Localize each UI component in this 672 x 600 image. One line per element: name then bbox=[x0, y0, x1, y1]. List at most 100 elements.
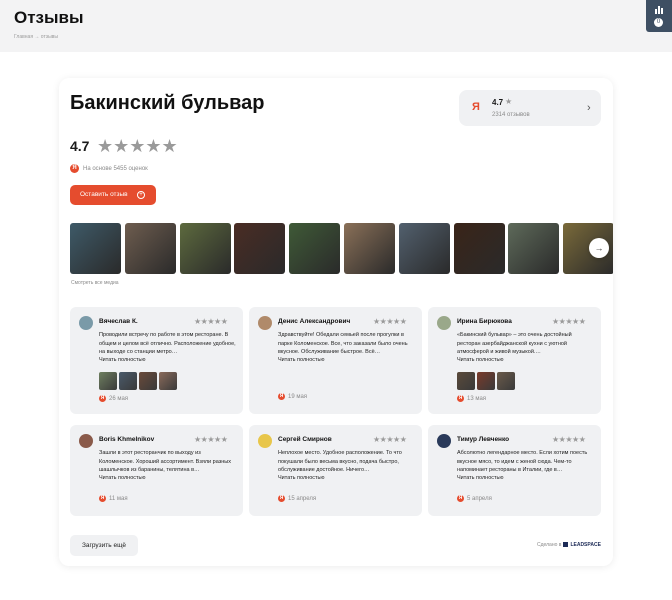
avatar bbox=[437, 434, 451, 448]
yandex-summary-card[interactable]: Я 4.7 ★ 2314 отзывов › bbox=[459, 90, 601, 126]
yandex-logo-icon: Я bbox=[70, 164, 79, 173]
review-stars: ★★★★★ bbox=[194, 317, 228, 326]
review-stars: ★★★★★ bbox=[373, 317, 407, 326]
avatar bbox=[79, 316, 93, 330]
media-thumbnail[interactable] bbox=[508, 223, 560, 274]
review-author: Сергей Смирнов bbox=[278, 436, 332, 443]
review-date: Я 19 мая bbox=[278, 393, 307, 400]
notification-badge: 0 bbox=[654, 18, 663, 27]
avatar bbox=[79, 434, 93, 448]
review-date: Я 13 мая bbox=[457, 395, 486, 402]
summary-rating: 4.7 bbox=[492, 98, 504, 107]
review-photo[interactable] bbox=[159, 372, 177, 390]
media-thumbnail[interactable] bbox=[453, 223, 505, 274]
chart-icon bbox=[655, 6, 663, 14]
review-card[interactable]: Вячеслав К. ★★★★★ Проводили встречу по раб… bbox=[70, 307, 243, 414]
review-card[interactable]: Сергей Смирнов ★★★★★ Неплохое место. Удобн… bbox=[249, 425, 422, 516]
review-stars: ★★★★★ bbox=[194, 435, 228, 444]
review-photo[interactable] bbox=[457, 372, 475, 390]
chevron-right-icon: › bbox=[587, 102, 591, 114]
reviews-widget: Бакинский бульвар Я 4.7 ★ 2314 отзывов ›… bbox=[59, 78, 613, 566]
overall-rating: 4.7 bbox=[70, 138, 90, 154]
review-author: Boris Khmelnikov bbox=[99, 436, 155, 443]
read-more-link[interactable]: Читать полностью bbox=[99, 357, 146, 363]
next-media-button[interactable]: → bbox=[589, 238, 609, 258]
review-date: Я5 апреля bbox=[457, 495, 492, 502]
read-more-link[interactable]: Читать полностью bbox=[278, 475, 325, 481]
summary-reviews-count: 2314 отзывов bbox=[492, 112, 530, 118]
review-photo[interactable] bbox=[119, 372, 137, 390]
review-author: Денис Александрович bbox=[278, 318, 351, 325]
review-text: Неплохое место. Удобное расположение. То… bbox=[278, 450, 402, 473]
page-title: Отзывы bbox=[14, 8, 84, 27]
media-thumbnail[interactable] bbox=[70, 223, 121, 274]
review-text: Зашли в этот ресторанчик по выходу из Ко… bbox=[99, 450, 231, 473]
ratings-count-text: На основе 5455 оценок bbox=[83, 166, 148, 173]
review-photo[interactable] bbox=[139, 372, 157, 390]
review-author: Вячеслав К. bbox=[99, 318, 138, 325]
review-card[interactable]: Тимур Левченко ★★★★★ Абсолютно легендарное… bbox=[428, 425, 601, 516]
review-date-text: 5 апреля bbox=[467, 496, 492, 503]
review-author: Ирина Бирюкова bbox=[457, 318, 512, 325]
yandex-logo-icon: Я bbox=[278, 495, 285, 502]
review-stars: ★★★★★ bbox=[552, 435, 586, 444]
media-thumbnail[interactable] bbox=[234, 223, 286, 274]
review-date-text: 26 мая bbox=[109, 396, 129, 403]
yandex-logo-icon: Я bbox=[457, 395, 464, 402]
review-photo[interactable] bbox=[99, 372, 117, 390]
read-more-link[interactable]: Читать полностью bbox=[99, 475, 146, 481]
made-by-label: Сделано в bbox=[537, 542, 562, 548]
yandex-logo-icon: Я bbox=[278, 393, 285, 400]
page-header: Отзывы Главная → отзывы bbox=[0, 0, 672, 52]
review-date-text: 13 мая bbox=[467, 396, 487, 403]
review-photo[interactable] bbox=[497, 372, 515, 390]
yandex-logo-icon: Я bbox=[99, 395, 106, 402]
review-stars: ★★★★★ bbox=[552, 317, 586, 326]
media-thumbnail[interactable] bbox=[124, 223, 176, 274]
review-author: Тимур Левченко bbox=[457, 436, 510, 443]
leadspace-logo-icon bbox=[563, 542, 569, 548]
review-text: «Бакинский бульвар» – это очень достойны… bbox=[457, 332, 572, 355]
media-thumbnail[interactable] bbox=[179, 223, 231, 274]
review-text: Абсолютно легендарное место. Если хотим … bbox=[457, 450, 588, 473]
made-by-credit[interactable]: Сделано в LEADSPACE bbox=[537, 542, 601, 548]
media-thumbnail[interactable] bbox=[289, 223, 341, 274]
yandex-logo-icon: Я bbox=[99, 495, 106, 502]
media-thumbnail[interactable] bbox=[344, 223, 395, 274]
yandex-logo-icon: Я bbox=[457, 495, 464, 502]
review-date-text: 11 мая bbox=[109, 496, 128, 503]
breadcrumb[interactable]: Главная → отзывы bbox=[14, 34, 58, 40]
yandex-logo-icon: Я bbox=[472, 101, 480, 113]
media-gallery bbox=[70, 223, 613, 274]
star-icon: ★ bbox=[505, 97, 513, 106]
ratings-count: Я На основе 5455 оценок bbox=[70, 164, 148, 173]
leave-review-label: Оставить отзыв bbox=[80, 191, 128, 198]
plus-circle-icon: + bbox=[137, 191, 145, 199]
review-date: Я 11 мая bbox=[99, 495, 128, 502]
avatar bbox=[258, 434, 272, 448]
review-card[interactable]: Денис Александрович ★★★★★ Здравствуйте! Об… bbox=[249, 307, 422, 414]
place-name: Бакинский бульвар bbox=[70, 92, 265, 114]
review-text: Проводили встречу по работе в этом ресто… bbox=[99, 332, 236, 355]
media-thumbnail[interactable] bbox=[398, 223, 450, 274]
review-card[interactable]: Ирина Бирюкова ★★★★★ «Бакинский бульвар» –… bbox=[428, 307, 601, 414]
read-more-link[interactable]: Читать полностью bbox=[457, 357, 504, 363]
leave-review-button[interactable]: Оставить отзыв + bbox=[70, 185, 156, 205]
avatar bbox=[258, 316, 272, 330]
review-text: Здравствуйте! Обедали семьей после прогу… bbox=[278, 332, 408, 355]
stats-widget-button[interactable]: 0 bbox=[646, 0, 672, 32]
review-date-text: 15 апреля bbox=[288, 496, 317, 503]
see-all-media-link[interactable]: Смотреть все медиа bbox=[71, 280, 119, 286]
review-card[interactable]: Boris Khmelnikov ★★★★★ Зашли в этот рестор… bbox=[70, 425, 243, 516]
load-more-button[interactable]: Загрузить ещё bbox=[70, 535, 138, 556]
rating-stars: ★★★★★ bbox=[97, 136, 178, 156]
read-more-link[interactable]: Читать полностью bbox=[457, 475, 504, 481]
avatar bbox=[437, 316, 451, 330]
review-date-text: 19 мая bbox=[288, 394, 308, 401]
review-date: Я 15 апреля bbox=[278, 495, 316, 502]
review-date: Я 26 мая bbox=[99, 395, 128, 402]
read-more-link[interactable]: Читать полностью bbox=[278, 357, 325, 363]
made-by-brand: LEADSPACE bbox=[570, 542, 601, 548]
review-photo[interactable] bbox=[477, 372, 495, 390]
review-stars: ★★★★★ bbox=[373, 435, 407, 444]
